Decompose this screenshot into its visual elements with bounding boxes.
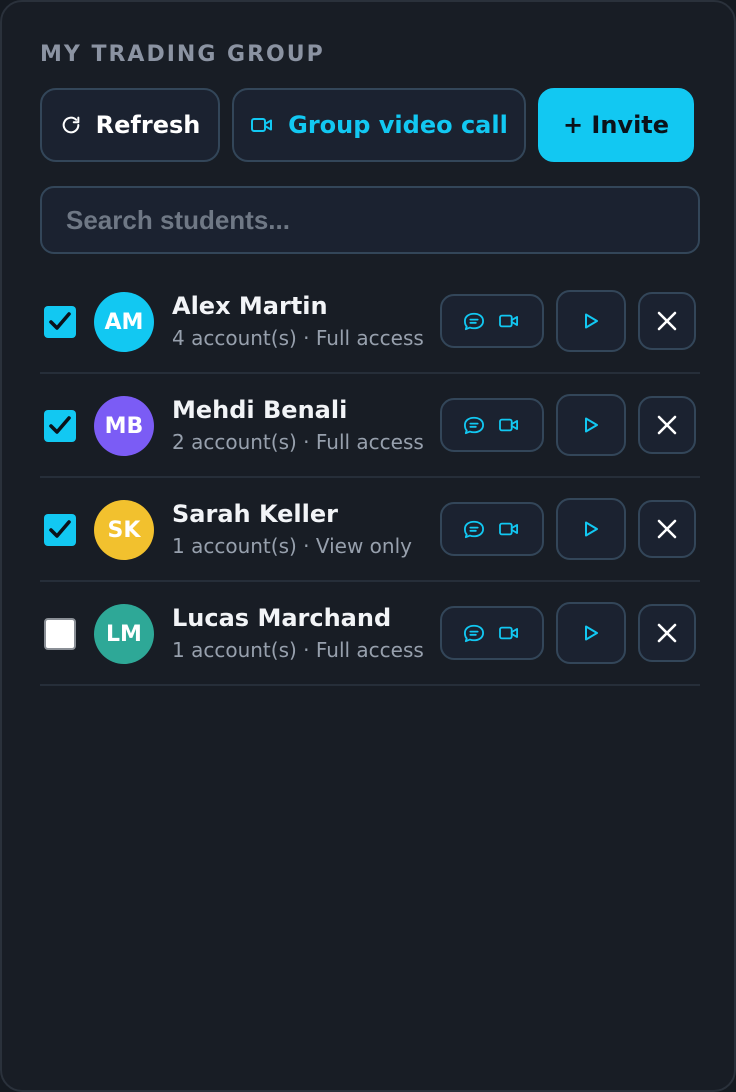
play-button[interactable] [556, 602, 626, 664]
video-camera-icon [497, 312, 521, 330]
chat-bubble-icon [463, 623, 485, 643]
student-select-checkbox[interactable] [44, 514, 76, 546]
student-row: AM Alex Martin 4 account(s) · Full access [40, 270, 700, 374]
chat-bubble-icon [463, 415, 485, 435]
avatar: AM [94, 292, 154, 352]
checkmark-icon [48, 519, 72, 541]
message-video-button[interactable] [440, 294, 544, 348]
play-button[interactable] [556, 394, 626, 456]
close-icon [656, 414, 678, 436]
student-select-checkbox[interactable] [44, 410, 76, 442]
checkmark-icon [48, 415, 72, 437]
play-icon [582, 624, 600, 642]
close-icon [656, 622, 678, 644]
student-name: Alex Martin [172, 292, 328, 320]
student-name: Lucas Marchand [172, 604, 392, 632]
video-camera-icon [250, 115, 274, 135]
student-row: LM Lucas Marchand 1 account(s) · Full acce… [40, 582, 700, 686]
student-name: Sarah Keller [172, 500, 338, 528]
chat-bubble-icon [463, 519, 485, 539]
refresh-button-label: Refresh [95, 111, 201, 139]
refresh-button[interactable]: Refresh [40, 88, 220, 162]
student-name: Mehdi Benali [172, 396, 348, 424]
remove-student-button[interactable] [638, 292, 696, 350]
panel-title: MY TRADING GROUP [40, 42, 325, 67]
student-meta: 1 account(s) · View only [172, 534, 412, 558]
search-students-input[interactable] [40, 186, 700, 254]
student-meta: 4 account(s) · Full access [172, 326, 424, 350]
student-select-checkbox[interactable] [44, 306, 76, 338]
student-meta: 2 account(s) · Full access [172, 430, 424, 454]
student-meta: 1 account(s) · Full access [172, 638, 424, 662]
play-icon [582, 312, 600, 330]
checkmark-icon [48, 311, 72, 333]
remove-student-button[interactable] [638, 500, 696, 558]
student-list: AM Alex Martin 4 account(s) · Full access M… [40, 270, 700, 686]
avatar: MB [94, 396, 154, 456]
invite-button-label: + Invite [562, 111, 670, 139]
remove-student-button[interactable] [638, 396, 696, 454]
group-video-call-label: Group video call [288, 111, 508, 139]
message-video-button[interactable] [440, 606, 544, 660]
trading-group-panel: MY TRADING GROUP Refresh Group video cal… [0, 0, 736, 1092]
close-icon [656, 518, 678, 540]
student-select-checkbox[interactable] [44, 618, 76, 650]
message-video-button[interactable] [440, 502, 544, 556]
chat-bubble-icon [463, 311, 485, 331]
avatar: SK [94, 500, 154, 560]
student-row: SK Sarah Keller 1 account(s) · View only [40, 478, 700, 582]
avatar: LM [94, 604, 154, 664]
close-icon [656, 310, 678, 332]
play-icon [582, 520, 600, 538]
invite-button[interactable]: + Invite [538, 88, 694, 162]
group-video-call-button[interactable]: Group video call [232, 88, 526, 162]
student-row: MB Mehdi Benali 2 account(s) · Full access [40, 374, 700, 478]
play-icon [582, 416, 600, 434]
video-camera-icon [497, 624, 521, 642]
video-camera-icon [497, 520, 521, 538]
remove-student-button[interactable] [638, 604, 696, 662]
play-button[interactable] [556, 498, 626, 560]
message-video-button[interactable] [440, 398, 544, 452]
play-button[interactable] [556, 290, 626, 352]
video-camera-icon [497, 416, 521, 434]
refresh-icon [60, 114, 82, 136]
